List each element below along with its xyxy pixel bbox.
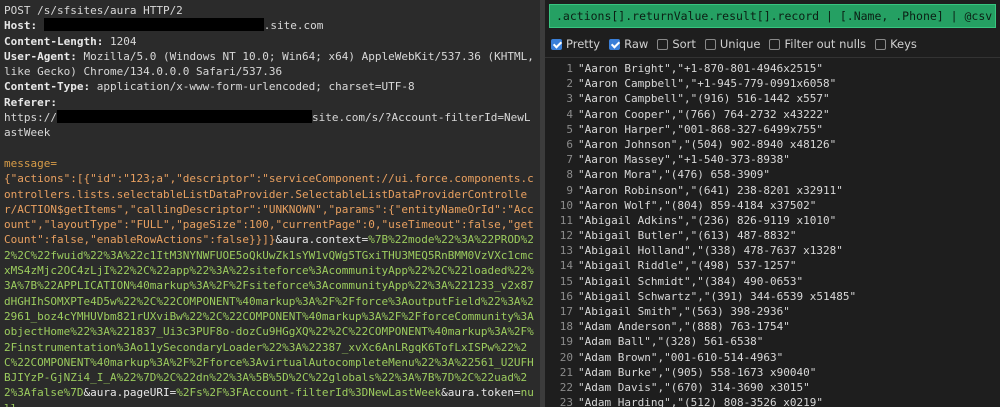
- raw-label: Raw: [624, 37, 649, 51]
- option-filter-out-nulls[interactable]: Filter out nulls: [769, 37, 866, 51]
- keys-label: Keys: [890, 37, 917, 51]
- user-agent-label: User-Agent:: [4, 49, 77, 63]
- content-type-label: Content-Type:: [4, 80, 91, 94]
- jq-panel: .actions[].returnValue.result[].record |…: [545, 0, 1000, 407]
- line-number: 10: [559, 198, 573, 212]
- host-header-label: Host:: [4, 19, 38, 33]
- output-line: "Aaron Massey","+1-540-373-8938": [578, 153, 790, 167]
- option-unique[interactable]: Unique: [704, 37, 761, 51]
- output-line: "Abigail Schwartz","(391) 344-6539 x5148…: [578, 289, 857, 303]
- line-number: 22: [559, 380, 573, 394]
- output-line: "Abigail Smith","(563) 398-2936": [578, 305, 790, 318]
- line-number: 5: [566, 122, 573, 136]
- host-header-value: .site.com: [263, 19, 324, 33]
- filter-out-nulls-label: Filter out nulls: [784, 37, 867, 51]
- aura-token-param-name: &aura.token=: [441, 386, 521, 400]
- line-number: 14: [559, 259, 573, 273]
- jq-output: 123456789101112131415161718192021222324 …: [545, 61, 1000, 407]
- message-param-name: message=: [4, 156, 57, 170]
- output-line: "Aaron Campbell","(916) 516-1442 x557": [578, 92, 830, 106]
- output-line: "Aaron Harper","001-868-327-6499x755": [578, 122, 824, 136]
- output-line: "Aaron Campbell","+1-945-779-0991x6058": [578, 77, 837, 91]
- output-line: "Abigail Holland","(338) 478-7637 x1328": [578, 244, 843, 258]
- raw-checkbox[interactable]: [609, 38, 621, 50]
- line-number: 15: [559, 274, 573, 288]
- request-line: POST /s/sfsites/aura HTTP/2: [4, 4, 183, 17]
- pretty-checkbox[interactable]: [551, 38, 562, 50]
- output-line: "Abigail Riddle","(498) 537-1257": [578, 259, 797, 273]
- sort-checkbox[interactable]: [657, 38, 669, 50]
- output-line: "Abigail Adkins","(236) 826-9119 x1010": [578, 213, 837, 227]
- output-line: "Aaron Mora","(476) 658-3909": [578, 168, 771, 182]
- option-keys[interactable]: Keys: [875, 37, 917, 51]
- referer-label: Referer:: [4, 95, 57, 109]
- http-request-text[interactable]: POST /s/sfsites/aura HTTP/2 Host: .site.…: [0, 0, 540, 407]
- line-number: 12: [559, 229, 573, 243]
- line-number: 11: [559, 213, 573, 227]
- redacted-hostname: [43, 18, 264, 32]
- redacted-referer-host: [56, 110, 312, 124]
- filter-out-nulls-checkbox[interactable]: [769, 38, 781, 50]
- aura-context-param-name: &aura.context=: [275, 233, 369, 247]
- output-line: "Adam Burke","(905) 558-1673 x90040": [578, 365, 817, 379]
- option-raw[interactable]: Raw: [609, 37, 648, 51]
- output-line: "Aaron Bright","+1-870-801-4946x2515": [578, 62, 824, 75]
- referer-prefix: https://: [4, 111, 57, 125]
- content-type-value: application/x-www-form-urlencoded; chars…: [96, 80, 415, 94]
- output-line: "Adam Davis","(670) 314-3690 x3015": [578, 380, 810, 394]
- sort-label: Sort: [672, 37, 696, 51]
- output-line: "Aaron Johnson","(504) 902-8940 x48126": [578, 137, 837, 151]
- http-request-panel: POST /s/sfsites/aura HTTP/2 Host: .site.…: [0, 0, 540, 407]
- line-number: 19: [559, 335, 573, 349]
- line-number: 16: [559, 289, 573, 303]
- output-line: "Aaron Robinson","(641) 238-8201 x32911": [578, 183, 843, 197]
- line-number: 17: [559, 305, 573, 318]
- jq-output-lines[interactable]: "Aaron Bright","+1-870-801-4946x2515" "Aa…: [573, 61, 856, 407]
- line-number: 7: [566, 153, 573, 167]
- aura-context-param-value: %7B%22mode%22%3A%22PROD%22%2C%22fwuid%22…: [4, 233, 534, 400]
- line-number: 21: [559, 365, 573, 379]
- output-line: "Adam Brown","001-610-514-4963": [578, 350, 784, 364]
- line-number: 4: [566, 107, 573, 121]
- line-number: 6: [566, 137, 573, 151]
- content-length-value: 1204: [109, 34, 137, 48]
- output-line: "Abigail Schmidt","(384) 490-0653": [578, 274, 804, 288]
- output-line: "Aaron Cooper","(766) 764-2732 x43222": [578, 107, 830, 121]
- line-number-gutter: 123456789101112131415161718192021222324: [545, 61, 573, 407]
- jq-query-input[interactable]: .actions[].returnValue.result[].record |…: [549, 4, 996, 28]
- line-number: 3: [566, 92, 573, 106]
- output-line: "Adam Harding","(512) 808-3526 x0219": [578, 396, 824, 407]
- line-number: 8: [566, 168, 573, 182]
- line-number: 20: [559, 350, 573, 364]
- keys-checkbox[interactable]: [875, 38, 887, 50]
- line-number: 2: [566, 77, 573, 91]
- line-number: 9: [566, 183, 573, 197]
- unique-label: Unique: [719, 37, 761, 51]
- jq-options-bar: Pretty Raw Sort Unique Filter out nulls Keys: [545, 31, 1000, 58]
- line-number: 1: [566, 62, 573, 75]
- output-line: "Adam Anderson","(888) 763-1754": [578, 320, 790, 334]
- unique-checkbox[interactable]: [704, 38, 716, 50]
- content-length-label: Content-Length:: [4, 34, 104, 48]
- line-number: 23: [559, 396, 573, 407]
- output-line: "Abigail Butler","(613) 487-8832": [578, 229, 797, 243]
- line-number: 18: [559, 320, 573, 334]
- aura-pageuri-param-name: &aura.pageURI=: [83, 386, 177, 400]
- output-line: "Aaron Wolf","(804) 859-4184 x37502": [578, 198, 817, 212]
- user-agent-value: Mozilla/5.0 (Windows NT 10.0; Win64; x64…: [4, 49, 540, 79]
- option-sort[interactable]: Sort: [657, 37, 696, 51]
- aura-pageuri-param-value: %2Fs%2F%3FAccount-filterId%3DNewLastWeek: [176, 386, 442, 400]
- pretty-label: Pretty: [566, 37, 601, 51]
- line-number: 13: [559, 244, 573, 258]
- option-pretty[interactable]: Pretty: [551, 37, 600, 51]
- output-line: "Adam Ball","(328) 561-6538": [578, 335, 764, 349]
